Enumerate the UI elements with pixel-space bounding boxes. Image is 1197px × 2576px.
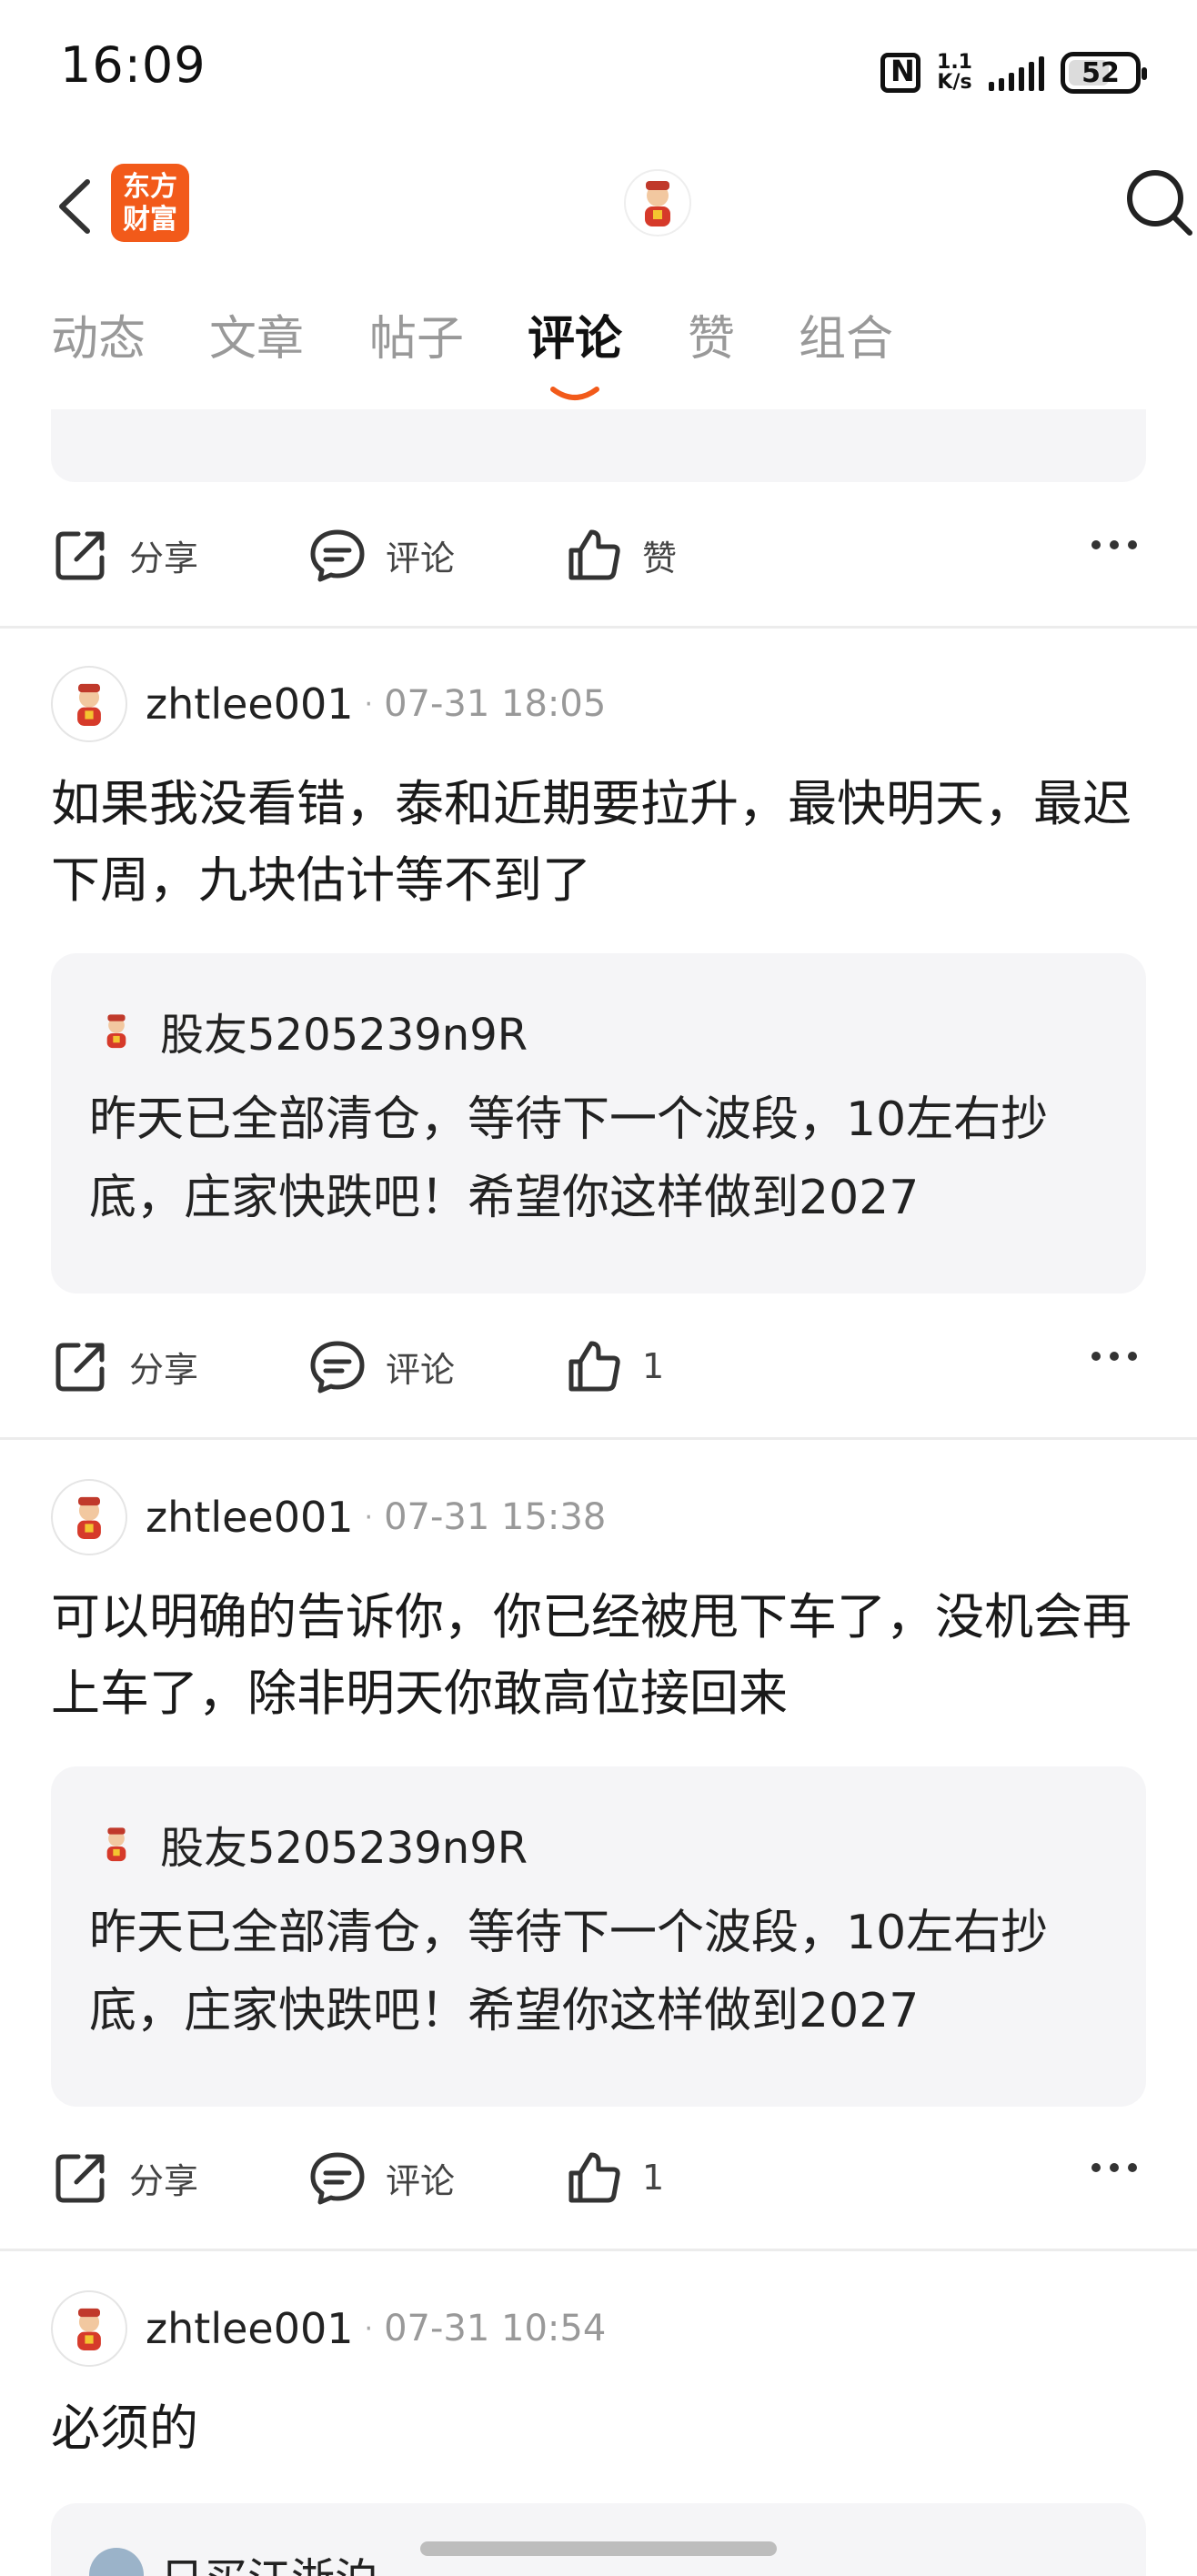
tab-bar: 动态 文章 帖子 评论 赞 组合: [0, 300, 1197, 409]
comment-button[interactable]: 评论: [307, 1321, 455, 1412]
avatar[interactable]: [51, 1479, 127, 1555]
action-bar: 分享 评论 赞: [0, 509, 1197, 600]
username[interactable]: zhtlee001: [146, 2304, 354, 2353]
home-indicator[interactable]: [420, 2541, 777, 2556]
comment-icon: [310, 529, 365, 582]
tab-articles[interactable]: 文章: [209, 300, 304, 368]
nfc-icon: [880, 53, 921, 93]
comment-button[interactable]: 评论: [307, 509, 455, 600]
comment-button[interactable]: 评论: [307, 2132, 455, 2223]
share-icon: [55, 2154, 105, 2203]
quote-text: 昨天已全部清仓，等待下一个波段，10左右抄底，庄家快跌吧！希望你这样做到2027: [89, 1906, 1049, 2038]
more-icon[interactable]: [1091, 2163, 1137, 2172]
divider: [0, 626, 1197, 629]
post-text[interactable]: 必须的: [51, 2390, 1152, 2467]
quote-card-partial: [51, 409, 1146, 482]
status-time: 16:09: [60, 36, 206, 94]
quote-text: 昨天已全部清仓，等待下一个波段，10左右抄底，庄家快跌吧！希望你这样做到2027: [89, 1092, 1049, 1225]
like-count: 1: [642, 1346, 665, 1386]
quote-card[interactable]: 股友5205239n9R 昨天已全部清仓，等待下一个波段，10左右抄底，庄家快跌…: [51, 953, 1146, 1293]
thumbs-up-icon: [568, 529, 620, 580]
search-icon[interactable]: [1122, 166, 1195, 238]
header: 东方 财富: [0, 136, 1197, 273]
avatar[interactable]: [51, 666, 127, 742]
status-bar: 16:09 1.1 K/s 52: [0, 0, 1197, 136]
username[interactable]: zhtlee001: [146, 1493, 354, 1542]
share-icon: [55, 531, 105, 580]
net-speed: 1.1 K/s: [937, 51, 972, 94]
tab-comments[interactable]: 评论: [528, 300, 622, 368]
post-header: zhtlee001 · 07-31 18:05: [51, 666, 606, 742]
quote-username: 股友5205239n9R: [160, 1010, 528, 1061]
post-time: 07-31 15:38: [384, 1496, 607, 1538]
back-icon[interactable]: [51, 175, 106, 238]
like-button[interactable]: 赞: [564, 509, 677, 600]
post-text[interactable]: 如果我没看错，泰和近期要拉升，最快明天，最迟下周，九块估计等不到了: [51, 766, 1152, 919]
avatar[interactable]: [51, 2290, 127, 2367]
share-icon: [55, 1343, 105, 1392]
share-button[interactable]: 分享: [51, 1321, 198, 1412]
tab-dynamics[interactable]: 动态: [51, 300, 146, 368]
quote-avatar: [89, 1003, 144, 1058]
status-icons: 1.1 K/s 52: [880, 47, 1147, 98]
quote-username: 股友5205239n9R: [160, 1823, 528, 1874]
like-button[interactable]: 1: [564, 2132, 664, 2223]
post-time: 07-31 10:54: [384, 2308, 607, 2350]
quote-username: 日买江浙泊: [160, 2543, 378, 2576]
share-button[interactable]: 分享: [51, 509, 198, 600]
thumbs-up-icon: [568, 1341, 620, 1392]
comment-icon: [310, 2152, 365, 2205]
comment-icon: [310, 1341, 365, 1394]
post-time: 07-31 18:05: [384, 683, 607, 725]
battery-icon: 52: [1061, 52, 1147, 94]
more-icon[interactable]: [1091, 540, 1137, 549]
quote-card[interactable]: 日买江浙泊: [51, 2503, 1146, 2576]
tab-portfolio[interactable]: 组合: [799, 300, 893, 368]
quote-card[interactable]: 股友5205239n9R 昨天已全部清仓，等待下一个波段，10左右抄底，庄家快跌…: [51, 1766, 1146, 2107]
divider: [0, 1437, 1197, 1440]
app-logo: 东方 财富: [111, 164, 189, 242]
tab-posts[interactable]: 帖子: [369, 300, 464, 368]
quote-avatar: [89, 1816, 144, 1871]
action-bar: 分享 评论 1: [0, 1321, 1197, 1412]
share-button[interactable]: 分享: [51, 2132, 198, 2223]
action-bar: 分享 评论 1: [0, 2132, 1197, 2223]
post-header: zhtlee001 · 07-31 15:38: [51, 1479, 606, 1555]
divider: [0, 2249, 1197, 2251]
more-icon[interactable]: [1091, 1352, 1137, 1361]
like-count: 1: [642, 2158, 665, 2198]
tab-likes[interactable]: 赞: [688, 300, 735, 368]
signal-icon: [989, 55, 1044, 91]
profile-avatar[interactable]: [623, 168, 692, 237]
post-text[interactable]: 可以明确的告诉你，你已经被甩下车了，没机会再上车了，除非明天你敢高位接回来: [51, 1579, 1152, 1732]
username[interactable]: zhtlee001: [146, 679, 354, 729]
tab-active-indicator: [550, 387, 599, 400]
post-header: zhtlee001 · 07-31 10:54: [51, 2290, 606, 2367]
like-button[interactable]: 1: [564, 1321, 664, 1412]
quote-avatar: [89, 2548, 144, 2576]
thumbs-up-icon: [568, 2152, 620, 2203]
